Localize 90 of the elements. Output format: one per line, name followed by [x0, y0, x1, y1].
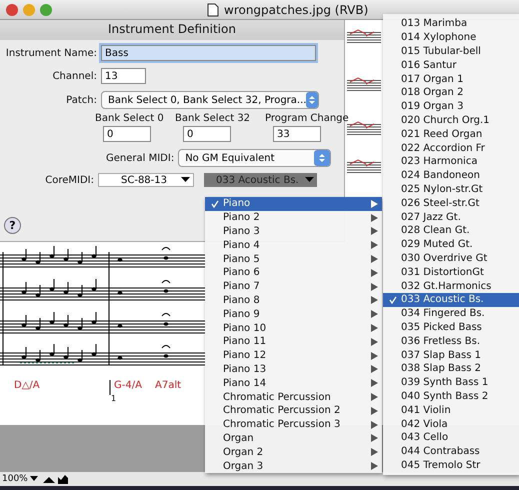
menu-item[interactable]: Piano 14 — [205, 376, 382, 390]
menu-item[interactable]: Chromatic Percussion 2 — [205, 404, 382, 418]
menu-item[interactable]: Piano 11 — [205, 334, 382, 349]
menu-item[interactable]: 021 Reed Organ — [383, 127, 519, 142]
menu-item[interactable]: 035 Picked Bass — [383, 320, 519, 334]
menu-item[interactable]: 018 Organ 2 — [383, 86, 519, 100]
close-icon[interactable] — [6, 4, 18, 16]
number-field[interactable]: 0 — [183, 126, 231, 142]
menu-item[interactable]: 039 Synth Bass 1 — [383, 376, 519, 390]
menu-item[interactable]: 032 Gt.Harmonics — [383, 279, 519, 293]
field-label: Bank Select 32 — [175, 113, 250, 124]
menu-item[interactable]: 036 Fretless Bs. — [383, 334, 519, 348]
menu-item[interactable]: 028 Clean Gt. — [383, 224, 519, 238]
menu-item[interactable]: 034 Fingered Bs. — [383, 306, 519, 321]
menu-item[interactable]: 013 Marimba — [383, 17, 519, 31]
menu-item[interactable]: 016 Santur — [383, 58, 519, 72]
menu-item[interactable]: 019 Organ 3 — [383, 100, 519, 114]
menu-item[interactable]: Organ — [205, 432, 382, 446]
sheet-title: Instrument Definition — [0, 20, 344, 40]
menu-item[interactable]: Piano 13 — [205, 362, 382, 376]
caret-icon — [181, 177, 190, 183]
menu-item[interactable]: 024 Bandoneon — [383, 168, 519, 183]
menu-item[interactable]: 029 Muted Gt. — [383, 238, 519, 252]
document-icon — [207, 2, 219, 16]
menu-item[interactable]: Piano 6 — [205, 266, 382, 280]
field-label: CoreMIDI: — [44, 174, 94, 186]
large-mountain-icon[interactable] — [58, 474, 68, 484]
chord-symbol: D△/A — [14, 380, 40, 391]
device-dropdown[interactable]: SC-88-13 — [98, 173, 194, 187]
menu-item[interactable]: 017 Organ 1 — [383, 72, 519, 86]
menu-item[interactable]: Piano 9 — [205, 307, 382, 322]
menu-item[interactable]: 038 Slap Bass 2 — [383, 362, 519, 376]
field-label: General MIDI: — [106, 152, 174, 164]
menu-item[interactable]: 015 Tubular-bell — [383, 44, 519, 58]
chord-symbol: G-4/A — [114, 380, 142, 391]
check-icon — [211, 200, 219, 208]
menu-item[interactable]: Organ 3 — [205, 459, 382, 473]
field-label: Program Change — [265, 113, 349, 124]
small-mountain-icon[interactable] — [42, 475, 55, 483]
zoom-dropdown[interactable]: 100% — [0, 474, 40, 484]
menu-item[interactable]: Piano 12 — [205, 348, 382, 363]
menu-item[interactable]: Piano 2 — [205, 210, 382, 225]
menu-item[interactable]: Piano 3 — [205, 224, 382, 238]
chord-symbol: A7alt — [155, 380, 182, 391]
menu-item[interactable]: 027 Jazz Gt. — [383, 210, 519, 224]
menu-item[interactable]: 020 Church Org.1 — [383, 114, 519, 128]
caret-icon — [30, 476, 38, 482]
menu-item[interactable]: Piano 8 — [205, 294, 382, 308]
menu-item[interactable]: 025 Nylon-str.Gt — [383, 182, 519, 196]
menu-item[interactable]: 037 Slap Bass 1 — [383, 348, 519, 362]
channel-field[interactable]: 13 — [101, 68, 146, 84]
patch-dropdown[interactable]: Bank Select 0, Bank Select 32, Progra... — [101, 91, 319, 109]
help-button[interactable]: ? — [4, 217, 21, 234]
menu-item[interactable]: Chromatic Percussion — [205, 390, 382, 404]
menu-item[interactable]: 033 Acoustic Bs. — [383, 292, 519, 307]
program-dropdown[interactable]: 033 Acoustic Bs. — [204, 173, 317, 187]
zoom-icon[interactable] — [40, 4, 52, 16]
menu-item[interactable]: 043 Cello — [383, 430, 519, 445]
general-midi-dropdown[interactable]: No GM Equivalent — [178, 149, 332, 167]
number-field[interactable]: 33 — [273, 126, 321, 142]
menu-item[interactable]: Piano 5 — [205, 252, 382, 266]
menu-item[interactable]: 044 Contrabass — [383, 444, 519, 458]
caret-icon — [305, 177, 314, 183]
field-label: Patch: — [65, 94, 97, 106]
menu-item[interactable]: Chromatic Percussion 3 — [205, 418, 382, 432]
menu-item[interactable]: 014 Xylophone — [383, 30, 519, 45]
menu-item[interactable]: Organ 2 — [205, 445, 382, 460]
menu-item[interactable]: 045 Tremolo Str — [383, 458, 519, 472]
menu-item[interactable]: 022 Accordion Fr — [383, 141, 519, 155]
field-label: Channel: — [52, 70, 97, 82]
menu-item[interactable]: 026 Steel-str.Gt — [383, 196, 519, 210]
instrument-name-field[interactable]: Bass — [101, 45, 316, 61]
window-title: wrongpatches.jpg (RVB) — [224, 2, 368, 16]
check-icon — [389, 296, 397, 304]
number-field[interactable]: 0 — [103, 126, 151, 142]
menu-item[interactable]: 040 Synth Bass 2 — [383, 390, 519, 404]
menu-item[interactable]: 030 Overdrive Gt — [383, 252, 519, 266]
field-label: Instrument Name: — [4, 48, 97, 58]
stepper-icon — [306, 92, 318, 108]
stepper-icon — [314, 150, 330, 166]
menu-item[interactable]: Piano 7 — [205, 280, 382, 294]
menu-item[interactable]: Piano 10 — [205, 321, 382, 335]
menu-item[interactable]: Piano 4 — [205, 238, 382, 252]
menu-item[interactable]: 031 DistortionGt — [383, 265, 519, 280]
menu-item[interactable]: Piano — [205, 197, 382, 211]
menu-item[interactable]: 041 Violin — [383, 403, 519, 418]
ending-number: 1 — [111, 394, 116, 403]
menu-item[interactable]: 042 Viola — [383, 417, 519, 431]
field-label: Bank Select 0 — [95, 113, 164, 124]
menu-item[interactable]: 023 Harmonica — [383, 154, 519, 169]
